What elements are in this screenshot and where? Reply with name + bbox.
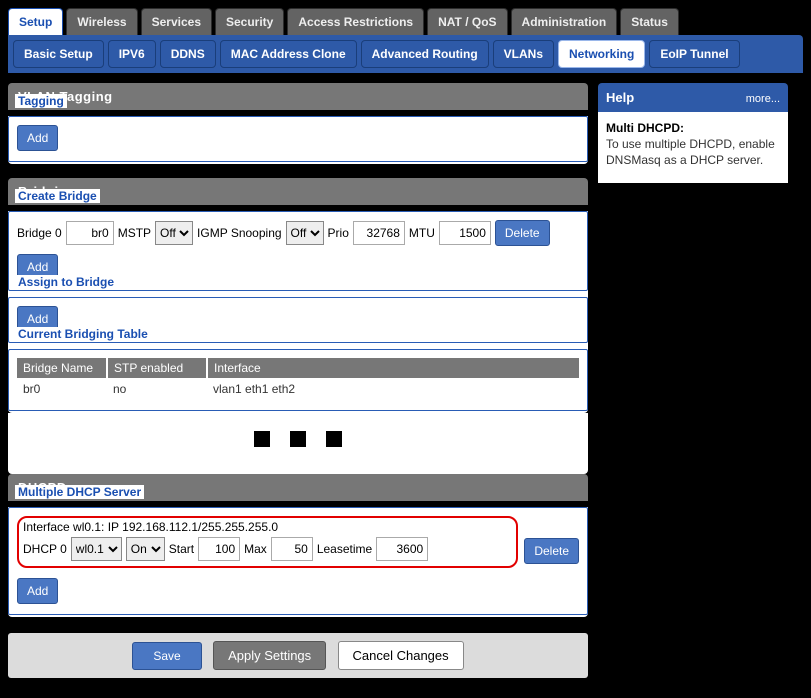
dhcp-lease-input[interactable]: [376, 537, 428, 561]
section-vlan-tagging: VLAN Tagging: [8, 83, 588, 110]
mtu-label: MTU: [409, 220, 435, 246]
fieldset-multiple-dhcp-title: Multiple DHCP Server: [15, 485, 144, 499]
bridging-table: Bridge Name STP enabled Interface br0 no…: [17, 358, 579, 400]
dhcp0-label: DHCP 0: [23, 536, 67, 562]
help-header: Help more...: [598, 83, 788, 112]
dhcp-iface-select[interactable]: wl0.1: [71, 537, 122, 561]
dhcp-max-label: Max: [244, 536, 267, 562]
dhcp-start-input[interactable]: [198, 537, 240, 561]
tagging-add-button[interactable]: Add: [17, 125, 58, 151]
dhcp-interface-info: Interface wl0.1: IP 192.168.112.1/255.25…: [23, 520, 512, 534]
tab-wireless[interactable]: Wireless: [66, 8, 137, 35]
help-more-link[interactable]: more...: [746, 93, 780, 105]
help-subject: Multi DHCPD:: [606, 121, 684, 135]
tab-administration[interactable]: Administration: [511, 8, 618, 35]
subtab-eoip-tunnel[interactable]: EoIP Tunnel: [649, 40, 739, 68]
sub-tabs: Basic SetupIPV6DDNSMAC Address CloneAdva…: [8, 35, 803, 73]
fieldset-create-bridge-title: Create Bridge: [15, 189, 100, 203]
tab-services[interactable]: Services: [141, 8, 212, 35]
tab-setup[interactable]: Setup: [8, 8, 63, 35]
tab-status[interactable]: Status: [620, 8, 679, 35]
dhcp-start-label: Start: [169, 536, 194, 562]
main-tabs: SetupWirelessServicesSecurityAccess Rest…: [8, 4, 803, 35]
fieldset-bridging-table-title: Current Bridging Table: [15, 327, 151, 341]
action-bar: Save Apply Settings Cancel Changes: [8, 633, 588, 678]
fieldset-assign-bridge-title: Assign to Bridge: [15, 275, 117, 289]
bridge-name-input[interactable]: [66, 221, 114, 245]
mstp-select[interactable]: Off: [155, 221, 193, 245]
igmp-label: IGMP Snooping: [197, 220, 282, 246]
apply-button[interactable]: Apply Settings: [213, 641, 326, 670]
dhcp-highlight-box: Interface wl0.1: IP 192.168.112.1/255.25…: [17, 516, 518, 568]
prio-input[interactable]: [353, 221, 405, 245]
th-stp: STP enabled: [107, 358, 207, 378]
help-text: To use multiple DHCPD, enable DNSMasq as…: [606, 137, 775, 167]
fieldset-tagging-title: Tagging: [15, 94, 67, 108]
tab-access-restrictions[interactable]: Access Restrictions: [287, 8, 424, 35]
dhcp-add-button[interactable]: Add: [17, 578, 58, 604]
subtab-basic-setup[interactable]: Basic Setup: [13, 40, 104, 68]
prio-label: Prio: [328, 220, 349, 246]
th-interface: Interface: [207, 358, 579, 378]
subtab-vlans[interactable]: VLANs: [493, 40, 554, 68]
tab-security[interactable]: Security: [215, 8, 284, 35]
help-title: Help: [606, 90, 634, 105]
subtab-mac-address-clone[interactable]: MAC Address Clone: [220, 40, 357, 68]
subtab-ddns[interactable]: DDNS: [160, 40, 216, 68]
dhcp-state-select[interactable]: On: [126, 537, 165, 561]
save-button[interactable]: Save: [132, 642, 201, 670]
bridge0-label: Bridge 0: [17, 220, 62, 246]
bridge-delete-button[interactable]: Delete: [495, 220, 550, 246]
dhcp-delete-button[interactable]: Delete: [524, 538, 579, 564]
subtab-networking[interactable]: Networking: [558, 40, 645, 68]
table-row: br0 no vlan1 eth1 eth2: [17, 378, 579, 400]
subtab-ipv6[interactable]: IPV6: [108, 40, 156, 68]
mtu-input[interactable]: [439, 221, 491, 245]
dhcp-max-input[interactable]: [271, 537, 313, 561]
dhcp-lease-label: Leasetime: [317, 536, 372, 562]
tab-nat-qos[interactable]: NAT / QoS: [427, 8, 507, 35]
subtab-advanced-routing[interactable]: Advanced Routing: [361, 40, 489, 68]
th-bridge-name: Bridge Name: [17, 358, 107, 378]
cancel-button[interactable]: Cancel Changes: [338, 641, 464, 670]
help-body: Multi DHCPD: To use multiple DHCPD, enab…: [598, 112, 788, 183]
igmp-select[interactable]: Off: [286, 221, 324, 245]
mstp-label: MSTP: [118, 220, 151, 246]
separator-squares: [8, 413, 588, 472]
